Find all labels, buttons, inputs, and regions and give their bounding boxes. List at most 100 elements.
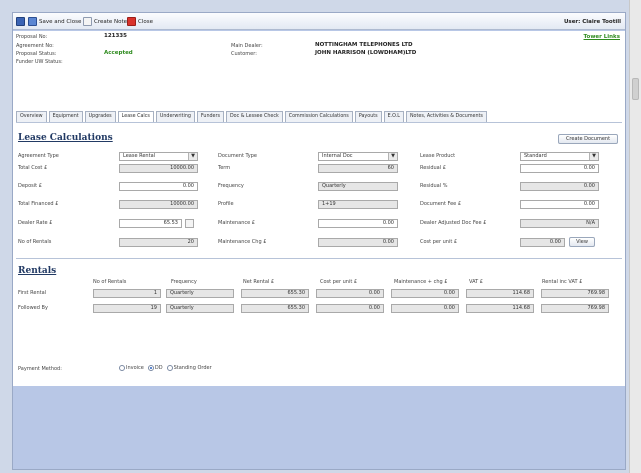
cost-per-unit-field: 0.00	[520, 238, 565, 247]
rentals-header-maintenance: Maintenance + chg £	[394, 279, 448, 285]
create-note-label: Create Note	[94, 18, 128, 25]
dd-radio-label[interactable]: DD	[155, 365, 163, 371]
lease-product-select[interactable]: Standard ▼	[520, 152, 599, 161]
agreement-type-select[interactable]: Lease Rental ▼	[119, 152, 198, 161]
maintenance-chg-field: 0.00	[318, 238, 398, 247]
standing-order-radio[interactable]	[166, 365, 173, 371]
vertical-scrollbar[interactable]	[629, 0, 641, 473]
tab-notes-activities-documents[interactable]: Notes, Activities & Documents	[405, 111, 487, 122]
lease-product-label: Lease Product	[420, 153, 456, 159]
save-close-button[interactable]: Save and Close	[28, 16, 81, 27]
dealer-rate-label: Dealer Rate £	[18, 220, 53, 226]
followed-by-net: 655.30	[241, 304, 309, 313]
agreement-type-value: Lease Rental	[123, 153, 156, 159]
rentals-header-net: Net Rental £	[243, 279, 275, 285]
dd-radio[interactable]	[147, 365, 154, 371]
tab-underwriting[interactable]: Underwriting	[155, 111, 195, 122]
standing-order-radio-label[interactable]: Standing Order	[174, 365, 212, 371]
chevron-down-icon: ▼	[388, 153, 397, 160]
document-fee-label: Document Fee £	[420, 201, 462, 207]
followed-by-vat: 114.68	[466, 304, 534, 313]
tab-divider	[16, 122, 622, 123]
maintenance-label: Maintenance £	[218, 220, 255, 226]
residual-input[interactable]: 0.00	[520, 164, 599, 173]
view-button[interactable]: View	[569, 237, 595, 247]
first-rental-label: First Rental	[18, 290, 47, 296]
note-icon	[83, 17, 92, 26]
create-document-button[interactable]: Create Document	[558, 134, 618, 144]
payment-method-label: Payment Method:	[18, 366, 62, 372]
rentals-header-frequency: Frequency	[171, 279, 197, 285]
tab-doc-lessee-check[interactable]: Doc & Lessee Check	[225, 111, 283, 122]
dealer-adjusted-doc-fee-label: Dealer Adjusted Doc Fee £	[420, 220, 487, 226]
document-fee-input[interactable]: 0.00	[520, 200, 599, 209]
total-cost-field: 10000.00	[119, 164, 198, 173]
close-button[interactable]: Close	[127, 16, 153, 27]
section-divider	[16, 258, 622, 259]
tower-links-link[interactable]: Tower Links	[584, 34, 620, 40]
tab-overview[interactable]: Overview	[16, 111, 47, 122]
proposal-no-value: 121335	[104, 33, 127, 39]
proposal-status-value: Accepted	[104, 50, 133, 56]
dealer-rate-checkbox[interactable]	[185, 219, 194, 228]
rentals-header-vat: VAT £	[469, 279, 483, 285]
total-financed-label: Total Financed £	[18, 201, 59, 207]
tab-payouts[interactable]: Payouts	[354, 111, 382, 122]
invoice-radio-label[interactable]: Invoice	[126, 365, 144, 371]
tab-equipment[interactable]: Equipment	[48, 111, 83, 122]
no-of-rentals-label: No of Rentals	[18, 239, 52, 245]
document-type-select[interactable]: Internal Doc ▼	[318, 152, 398, 161]
dealer-rate-input[interactable]: 65.53	[119, 219, 182, 228]
customer-label: Customer:	[231, 51, 257, 57]
invoice-radio[interactable]	[119, 365, 125, 371]
total-cost-label: Total Cost £	[18, 165, 48, 171]
frequency-label: Frequency	[218, 183, 244, 189]
toolbar: Save and Close Create Note Close User: C…	[13, 13, 625, 30]
no-of-rentals-field: 20	[119, 238, 198, 247]
deposit-label: Deposit £	[18, 183, 42, 189]
tab-commission-calculations[interactable]: Commission Calculations	[284, 111, 353, 122]
scrollbar-thumb[interactable]	[632, 78, 639, 100]
save-icon-button[interactable]	[16, 16, 27, 27]
close-icon	[127, 17, 136, 26]
followed-by-no: 19	[93, 304, 161, 313]
deposit-input[interactable]: 0.00	[119, 182, 198, 191]
tab-upgrades[interactable]: Upgrades	[84, 111, 116, 122]
tab-eol[interactable]: E.O.L	[383, 111, 404, 122]
crm-window: Save and Close Create Note Close User: C…	[12, 12, 626, 470]
term-field: 60	[318, 164, 398, 173]
customer-value: JOHN HARRISON (LOWDHAM)LTD	[315, 50, 417, 56]
frequency-field: Quarterly	[318, 182, 398, 191]
first-rental-maintenance: 0.00	[391, 289, 459, 298]
followed-by-label: Followed By	[18, 305, 48, 311]
proposal-status-label: Proposal Status:	[16, 51, 57, 57]
save-close-icon	[28, 17, 37, 26]
maintenance-input[interactable]: 0.00	[318, 219, 398, 228]
proposal-no-label: Proposal No:	[16, 34, 48, 40]
cost-per-unit-label: Cost per unit £	[420, 239, 458, 245]
close-label: Close	[138, 18, 153, 25]
residual-percent-label: Residual %	[420, 183, 448, 189]
maintenance-chg-label: Maintenance Chg £	[218, 239, 267, 245]
rentals-title: Rentals	[18, 266, 57, 276]
profile-label: Profile	[218, 201, 234, 207]
agreement-no-label: Agreement No:	[16, 43, 54, 49]
followed-by-maintenance: 0.00	[391, 304, 459, 313]
lease-product-value: Standard	[524, 153, 547, 159]
first-rental-cost-per-unit: 0.00	[316, 289, 384, 298]
document-type-label: Document Type	[218, 153, 257, 159]
rentals-header-inc-vat: Rental inc VAT £	[542, 279, 583, 285]
lease-calculations-title: Lease Calculations	[18, 133, 113, 143]
payment-method-group: Invoice DD Standing Order	[119, 365, 212, 371]
main-dealer-label: Main Dealer:	[231, 43, 263, 49]
main-dealer-value: NOTTINGHAM TELEPHONES LTD	[315, 42, 413, 48]
term-label: Term	[218, 165, 231, 171]
rentals-header-no: No of Rentals	[93, 279, 127, 285]
followed-by-frequency: Quarterly	[166, 304, 234, 313]
tab-bar: Overview Equipment Upgrades Lease Calcs …	[16, 111, 489, 123]
proposal-sheet: Proposal No: 121335 Agreement No: Propos…	[13, 31, 625, 386]
create-note-button[interactable]: Create Note	[83, 16, 127, 27]
profile-field: 1+19	[318, 200, 398, 209]
dealer-adjusted-doc-fee-field: N/A	[520, 219, 599, 228]
tab-funders[interactable]: Funders	[196, 111, 224, 122]
